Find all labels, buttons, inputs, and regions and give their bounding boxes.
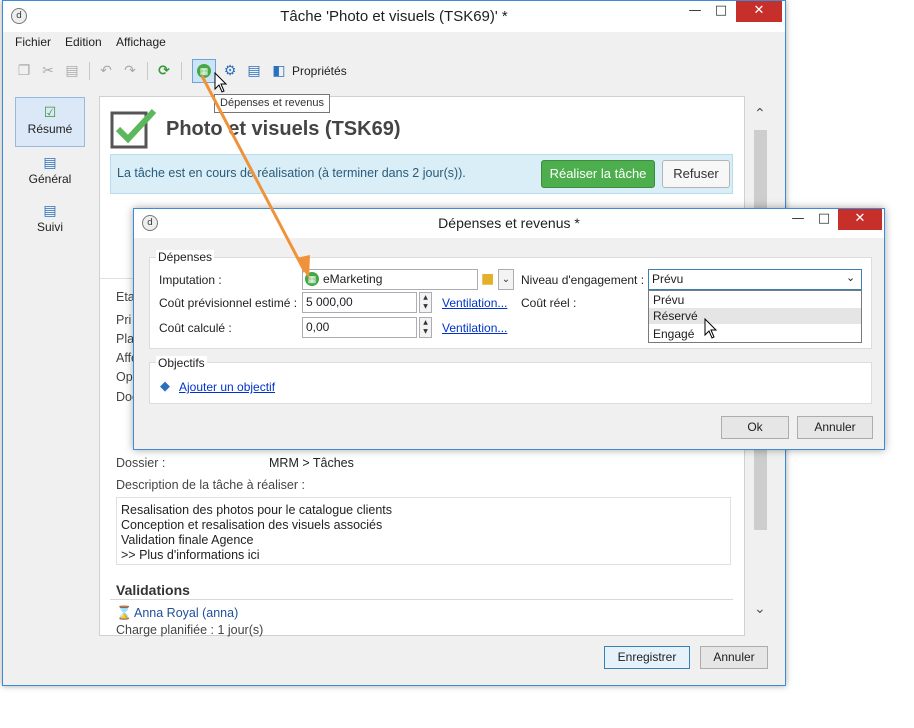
mouse-cursor-icon (214, 72, 228, 93)
mouse-cursor-icon (704, 318, 718, 339)
annotation-arrow (200, 75, 310, 279)
